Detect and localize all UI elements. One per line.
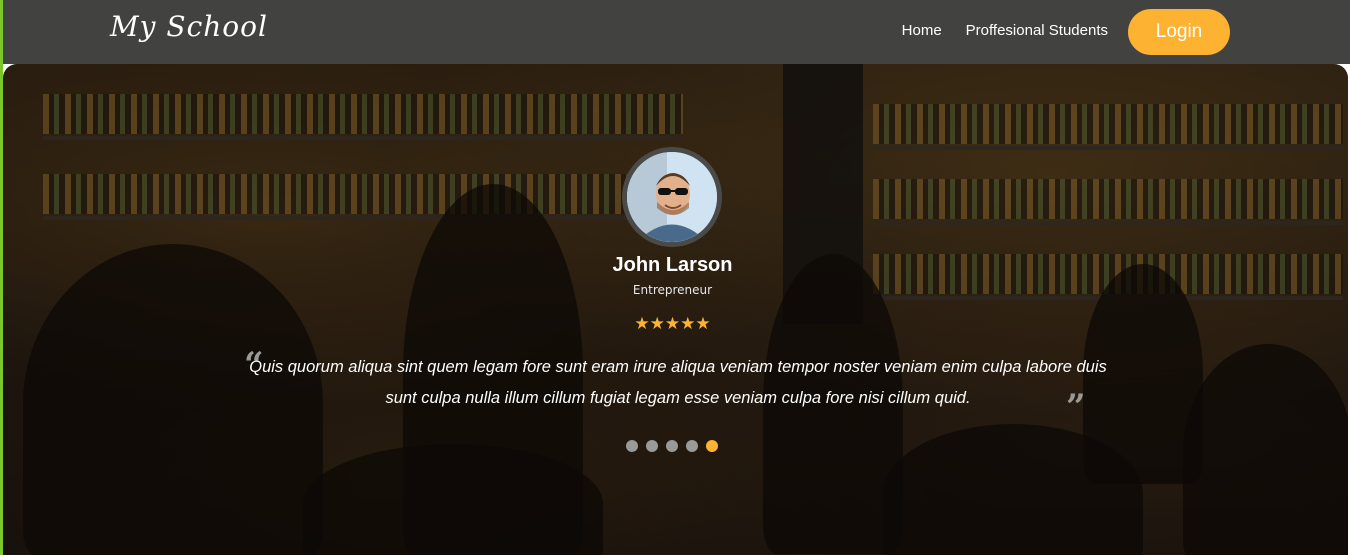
- navbar: My School Home Proffesional Students Log…: [0, 0, 1350, 64]
- carousel-dots: [626, 440, 718, 452]
- page: My School Home Proffesional Students Log…: [0, 0, 1350, 555]
- star-rating-icon: ★★★★★: [634, 314, 711, 334]
- left-accent-bar: [0, 0, 3, 555]
- testimonial-role: Entrepreneur: [632, 283, 713, 297]
- nav-link-home[interactable]: Home: [902, 22, 942, 39]
- login-button[interactable]: Login: [1128, 9, 1230, 55]
- testimonial-hero: John Larson Entrepreneur ★★★★★ “ Quis qu…: [3, 64, 1348, 555]
- carousel-dot-3[interactable]: [666, 440, 678, 452]
- nav-links: Home Proffesional Students: [902, 22, 1108, 39]
- quote-close-icon: ”: [1066, 387, 1086, 427]
- testimonial-card: John Larson Entrepreneur ★★★★★ “ Quis qu…: [3, 64, 1348, 555]
- nav-link-proffesional-students[interactable]: Proffesional Students: [966, 22, 1108, 39]
- carousel-dot-4[interactable]: [686, 440, 698, 452]
- carousel-dot-2[interactable]: [646, 440, 658, 452]
- testimonial-name: John Larson: [612, 254, 733, 276]
- avatar: [622, 147, 722, 247]
- carousel-dot-5[interactable]: [706, 440, 718, 452]
- testimonial-quote: Quis quorum aliqua sint quem legam fore …: [249, 358, 1107, 407]
- carousel-dot-1[interactable]: [626, 440, 638, 452]
- brand-logo[interactable]: My School: [110, 10, 268, 43]
- avatar-portrait-icon: [627, 152, 717, 242]
